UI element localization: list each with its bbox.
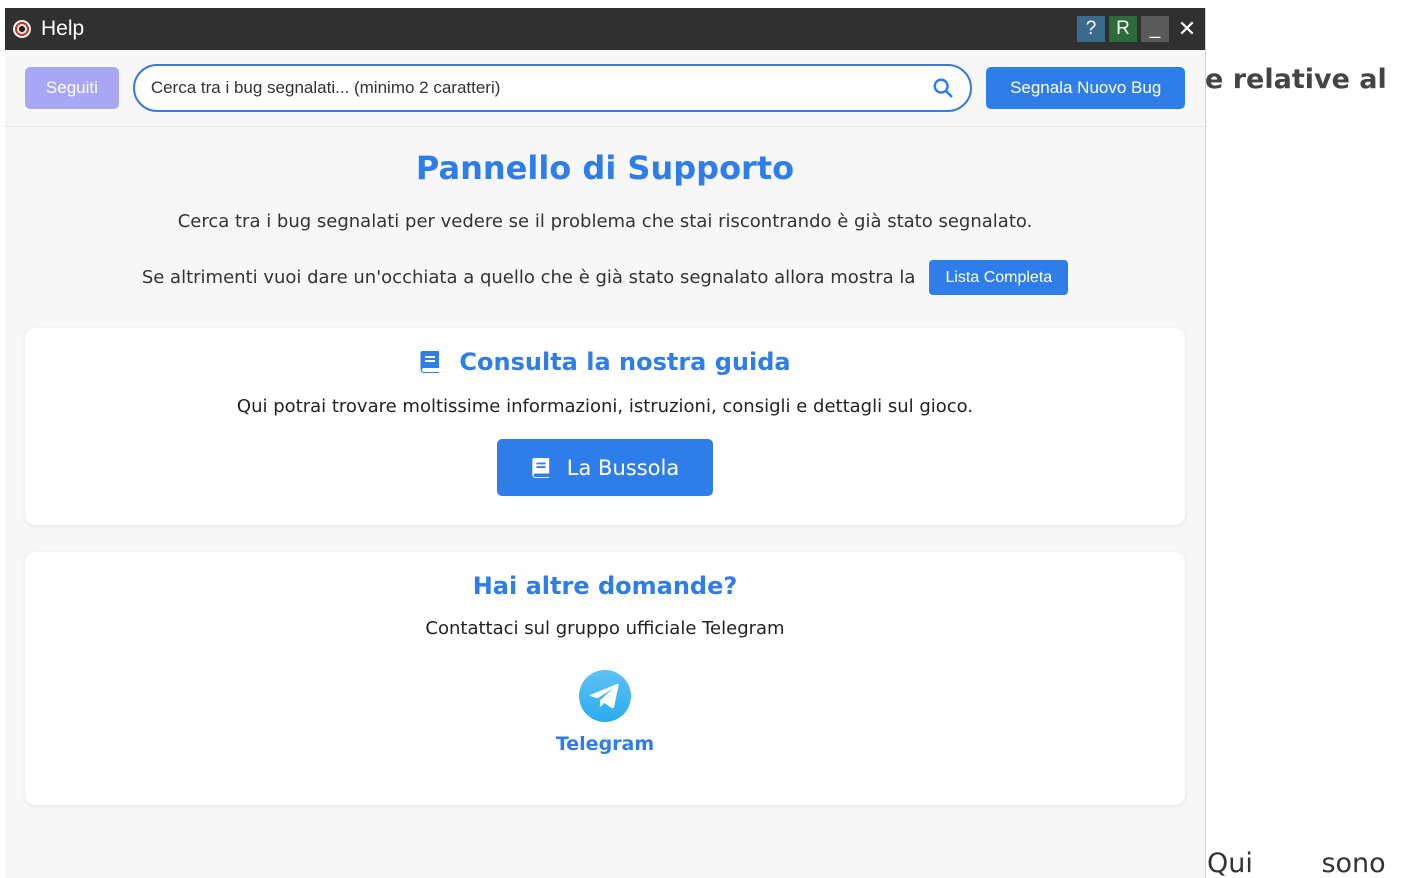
full-list-text: Se altrimenti vuoi dare un'occhiata a qu…: [141, 267, 916, 288]
full-list-row: Se altrimenti vuoi dare un'occhiata a qu…: [25, 260, 1185, 295]
search-input[interactable]: [150, 78, 933, 98]
background-text-fragment: Qui sono: [1207, 848, 1386, 878]
guide-card: Consulta la nostra guida Qui potrai trov…: [25, 328, 1185, 525]
contact-text: Contattaci sul gruppo ufficiale Telegram: [425, 618, 785, 639]
background-heading-fragment: e relative al: [1205, 64, 1387, 95]
window-controls: ? R _ ✕: [1077, 16, 1205, 42]
telegram-link[interactable]: Telegram: [556, 669, 654, 755]
search-bar[interactable]: [132, 64, 973, 112]
refresh-button[interactable]: R: [1109, 16, 1137, 42]
contact-card: Hai altre domande? Contattaci sul gruppo…: [25, 552, 1185, 805]
intro-text: Cerca tra i bug segnalati per vedere se …: [177, 211, 1033, 232]
support-panel: Pannello di Supporto Cerca tra i bug seg…: [5, 149, 1205, 805]
guide-text: Qui potrai trovare moltissime informazio…: [236, 396, 974, 417]
window-title: Help: [41, 17, 85, 40]
toolbar: Seguiti Segnala Nuovo Bug: [5, 50, 1205, 127]
book-icon: [532, 457, 549, 478]
bussola-button[interactable]: La Bussola: [497, 439, 713, 496]
close-button[interactable]: ✕: [1173, 16, 1201, 42]
title-bar[interactable]: Help ? R _ ✕: [5, 8, 1205, 50]
help-button[interactable]: ?: [1077, 16, 1105, 42]
guide-title: Consulta la nostra guida: [419, 348, 791, 376]
page-title: Pannello di Supporto: [415, 149, 795, 187]
minimize-button[interactable]: _: [1141, 16, 1169, 42]
report-new-bug-button[interactable]: Segnala Nuovo Bug: [986, 67, 1185, 109]
full-list-button[interactable]: Lista Completa: [929, 260, 1069, 295]
telegram-label[interactable]: Telegram: [556, 733, 654, 755]
contact-title: Hai altre domande?: [472, 572, 738, 600]
book-icon: [420, 351, 440, 373]
app-logo-icon: [13, 20, 31, 38]
followed-button[interactable]: Seguiti: [25, 67, 119, 109]
help-window: Help ? R _ ✕ Seguiti Segnala Nuovo Bug P…: [5, 8, 1206, 878]
telegram-icon[interactable]: [578, 669, 632, 723]
search-icon[interactable]: [932, 77, 954, 99]
guide-title-text: Consulta la nostra guida: [459, 348, 791, 376]
bussola-button-label: La Bussola: [566, 455, 680, 480]
